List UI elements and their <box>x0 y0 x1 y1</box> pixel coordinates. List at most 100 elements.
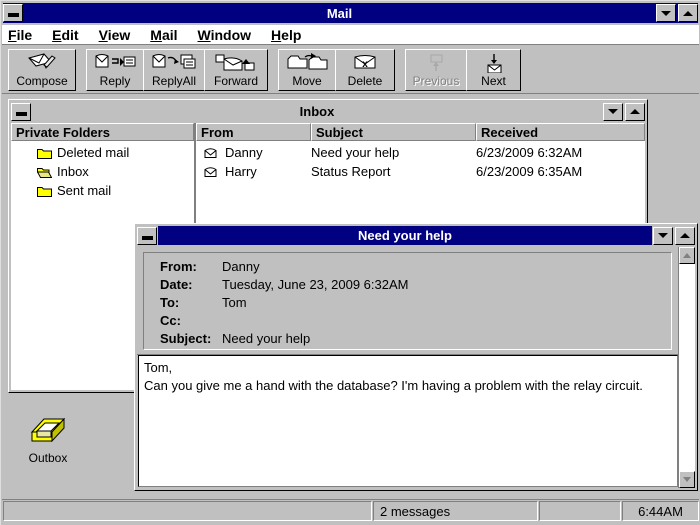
menu-window-accel: W <box>198 27 211 43</box>
scroll-down-button[interactable] <box>679 471 695 488</box>
header-key-to: To: <box>160 295 222 310</box>
inbox-title-bar: Inbox <box>11 102 645 121</box>
chevron-down-icon <box>661 11 671 16</box>
toolbar-group-reply: Reply ReplyAll <box>86 49 267 91</box>
message-sender: Danny <box>225 145 263 160</box>
header-value-from: Danny <box>222 259 260 274</box>
next-button[interactable]: Next <box>466 49 521 91</box>
minimize-icon <box>16 112 27 116</box>
folder-item-sent-mail[interactable]: Sent mail <box>11 181 194 200</box>
menu-view[interactable]: View <box>99 27 131 43</box>
reply-all-button[interactable]: ReplyAll <box>143 49 205 91</box>
system-menu-button[interactable] <box>3 4 23 22</box>
folder-label: Inbox <box>57 164 89 179</box>
forward-button[interactable]: Forward <box>204 49 268 91</box>
message-body-text[interactable]: Tom, Can you give me a hand with the dat… <box>138 355 678 487</box>
folder-closed-icon <box>37 185 52 197</box>
restore-button[interactable] <box>656 4 676 22</box>
column-header-received[interactable]: Received <box>476 123 645 141</box>
chevron-up-icon <box>630 109 640 114</box>
column-header-from[interactable]: From <box>196 123 311 141</box>
header-field-to: To: Tom <box>160 293 671 311</box>
message-window-body: From: Danny Date: Tuesday, June 23, 2009… <box>137 247 695 488</box>
delete-x-icon: x <box>351 52 379 74</box>
reply-label: Reply <box>100 74 131 88</box>
inbox-maximize-button[interactable] <box>625 103 645 121</box>
message-content-column: From: Danny Date: Tuesday, June 23, 2009… <box>137 247 678 488</box>
folder-item-deleted-mail[interactable]: Deleted mail <box>11 143 194 162</box>
menu-edit-rest: dit <box>61 27 78 43</box>
header-field-subject: Subject: Need your help <box>160 329 671 347</box>
minimize-icon <box>142 236 153 240</box>
header-key-cc: Cc: <box>160 313 222 328</box>
column-header-subject[interactable]: Subject <box>311 123 476 141</box>
menu-file-rest: ile <box>17 27 33 43</box>
desktop-icon-outbox[interactable]: Outbox <box>18 415 78 465</box>
header-value-date: Tuesday, June 23, 2009 6:32AM <box>222 277 408 292</box>
move-folder-icon <box>285 52 329 74</box>
delete-button[interactable]: x Delete <box>335 49 395 91</box>
header-key-date: Date: <box>160 277 222 292</box>
message-maximize-button[interactable] <box>675 227 695 245</box>
header-key-subject: Subject: <box>160 331 222 346</box>
message-vertical-scrollbar[interactable] <box>678 247 695 488</box>
delete-label: Delete <box>348 74 383 88</box>
menu-view-accel: V <box>99 27 108 43</box>
folder-open-icon <box>37 166 52 178</box>
inbox-title-text-area: Inbox <box>32 102 602 121</box>
toolbar-group-navigate: Previous Next <box>405 49 520 91</box>
message-restore-button[interactable] <box>653 227 673 245</box>
message-list-header-row: From Subject Received <box>196 123 645 141</box>
next-message-icon <box>481 52 507 74</box>
svg-text:x: x <box>362 59 368 70</box>
message-title-text-area: Need your help <box>158 226 652 245</box>
toolbar-group-manage: Move x Delete <box>278 49 394 91</box>
message-child-window: Need your help From: Danny <box>134 223 698 491</box>
message-from-cell: Harry <box>196 164 311 179</box>
move-button[interactable]: Move <box>278 49 336 91</box>
table-row[interactable]: Danny Need your help 6/23/2009 6:32AM <box>196 143 645 162</box>
maximize-button[interactable] <box>678 4 698 22</box>
minimize-icon <box>8 13 19 17</box>
menu-edit[interactable]: Edit <box>52 27 78 43</box>
header-value-subject: Need your help <box>222 331 310 346</box>
message-system-menu-button[interactable] <box>137 227 157 245</box>
message-header-panel: From: Danny Date: Tuesday, June 23, 2009… <box>137 247 678 355</box>
status-cell-blank <box>539 501 621 521</box>
menu-window[interactable]: Window <box>198 27 252 43</box>
compose-mail-icon <box>27 52 57 74</box>
inbox-system-menu-button[interactable] <box>11 103 31 121</box>
reply-button[interactable]: Reply <box>86 49 144 91</box>
message-received: 6/23/2009 6:35AM <box>476 164 645 179</box>
outbox-icon-label: Outbox <box>29 451 68 465</box>
mdi-client-area: Outbox Inbox Priva <box>2 95 699 495</box>
menu-file-accel: F <box>8 27 17 43</box>
message-title-bar: Need your help <box>137 226 695 245</box>
folder-item-inbox[interactable]: Inbox <box>11 162 194 181</box>
header-field-from: From: Danny <box>160 257 671 275</box>
menu-window-rest: indow <box>211 27 251 43</box>
previous-message-icon <box>423 52 449 74</box>
outbox-tray-icon <box>28 415 68 449</box>
compose-button[interactable]: Compose <box>8 49 76 91</box>
message-header-fields: From: Danny Date: Tuesday, June 23, 2009… <box>143 252 672 350</box>
toolbar-group-compose: Compose <box>8 49 75 91</box>
menu-help[interactable]: Help <box>271 27 301 43</box>
status-cell-hint <box>3 501 372 521</box>
menu-file[interactable]: File <box>8 27 32 43</box>
message-from-cell: Danny <box>196 145 311 160</box>
chevron-down-icon <box>683 477 691 482</box>
menu-mail[interactable]: Mail <box>150 27 177 43</box>
menu-help-accel: H <box>271 27 281 43</box>
previous-button[interactable]: Previous <box>405 49 467 91</box>
scrollbar-track[interactable] <box>679 264 695 471</box>
folder-pane-header: Private Folders <box>11 123 194 141</box>
compose-label: Compose <box>16 74 67 88</box>
chevron-up-icon <box>683 11 693 16</box>
inbox-restore-button[interactable] <box>603 103 623 121</box>
table-row[interactable]: Harry Status Report 6/23/2009 6:35AM <box>196 162 645 181</box>
toolbar: Compose Reply <box>2 46 699 94</box>
inbox-title: Inbox <box>300 104 335 119</box>
scroll-up-button[interactable] <box>679 247 695 264</box>
message-body-line: Can you give me a hand with the database… <box>144 377 672 395</box>
